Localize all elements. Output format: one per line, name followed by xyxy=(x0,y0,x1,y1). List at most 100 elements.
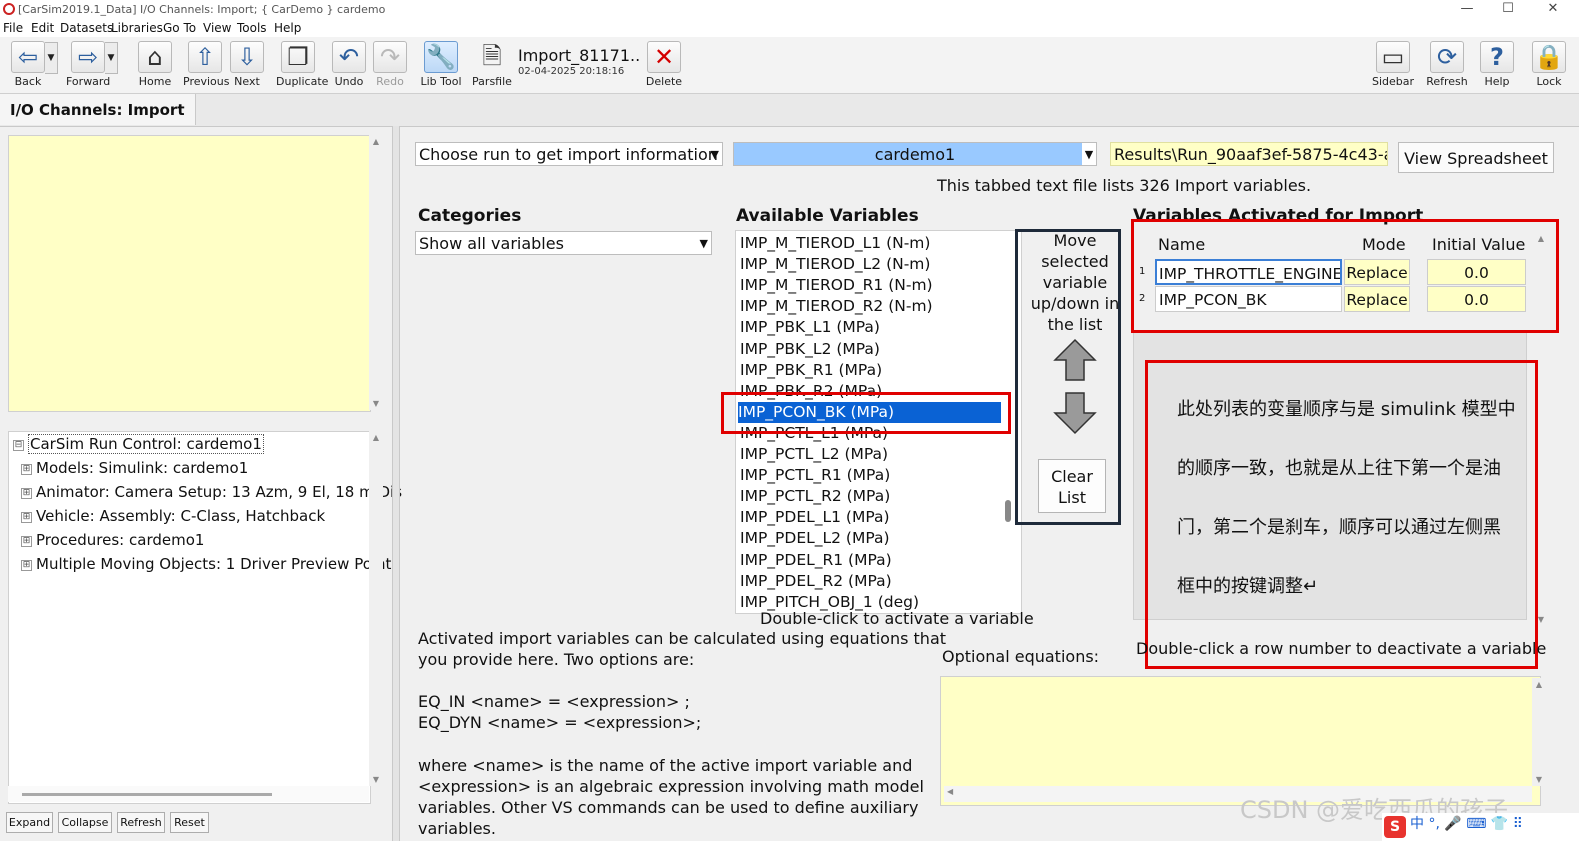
variable-list-item[interactable]: IMP_PDEL_R2 (MPa) xyxy=(740,571,892,592)
menu-file[interactable]: File xyxy=(3,21,23,35)
menu-tools[interactable]: Tools xyxy=(237,21,267,35)
variable-list-item[interactable]: IMP_PCTL_L2 (MPa) xyxy=(740,444,888,465)
panel-divider[interactable] xyxy=(392,126,400,841)
tree-item[interactable]: ⊞ Vehicle: Assembly: C-Class, Hatchback xyxy=(21,507,325,525)
variable-list-item[interactable]: IMP_PDEL_L2 (MPa) xyxy=(740,528,890,549)
help-button[interactable]: ? Help xyxy=(1475,41,1519,88)
scroll-left-icon[interactable]: ◀ xyxy=(947,787,953,796)
view-spreadsheet-button[interactable]: View Spreadsheet xyxy=(1398,142,1554,173)
dataset-tree: ⊟ CarSim Run Control: cardemo1 ⊞ Models: S… xyxy=(8,431,402,804)
reset-button[interactable]: Reset xyxy=(170,812,209,833)
run-dropdown[interactable]: cardemo1 ▼ xyxy=(733,142,1097,166)
lock-icon: 🔒 xyxy=(1532,41,1566,73)
window-title: [CarSim2019.1_Data] I/O Channels: Import… xyxy=(18,3,386,16)
up-arrow-icon xyxy=(1053,338,1097,381)
back-button[interactable]: ⇦ ▼ Back xyxy=(6,41,58,88)
variable-list-item[interactable]: IMP_PBK_R1 (MPa) xyxy=(740,360,882,381)
ime-status[interactable]: 中 °, 🎤 ⌨ 👕 ⠿ xyxy=(1410,816,1523,832)
delete-button[interactable]: ✕ Delete xyxy=(642,41,686,88)
categories-dropdown[interactable]: Show all variables ▼ xyxy=(415,231,712,255)
menu-libraries[interactable]: Libraries xyxy=(111,21,163,35)
wrench-icon: 🔧 xyxy=(424,41,458,73)
results-path-field: Results\Run_90aaf3ef-5875-4c43-a5: xyxy=(1110,142,1388,166)
variable-list-item[interactable]: IMP_M_TIEROD_R1 (N-m) xyxy=(740,275,933,296)
scroll-up-icon[interactable]: ▲ xyxy=(369,433,383,442)
variable-list-item[interactable]: IMP_M_TIEROD_R2 (N-m) xyxy=(740,296,933,317)
collapse-icon[interactable]: ⊟ xyxy=(13,440,24,451)
variable-list-item[interactable]: IMP_PBK_L2 (MPa) xyxy=(740,339,880,360)
forward-dropdown-icon[interactable]: ▼ xyxy=(105,42,118,74)
scroll-thumb[interactable] xyxy=(22,793,272,796)
next-button[interactable]: ⇩ Next xyxy=(225,41,269,88)
variable-list-item[interactable]: IMP_PBK_L1 (MPa) xyxy=(740,317,880,338)
notes-scrollbar[interactable]: ▲ ▼ xyxy=(369,135,383,410)
expand-icon[interactable]: ⊞ xyxy=(21,560,32,571)
tree-item[interactable]: ⊟ CarSim Run Control: cardemo1 xyxy=(13,434,264,454)
down-arrow-icon: ⇩ xyxy=(230,41,264,73)
back-dropdown-icon[interactable]: ▼ xyxy=(45,42,58,74)
scroll-down-icon[interactable]: ▼ xyxy=(1532,775,1546,784)
undo-button[interactable]: ↶ Undo xyxy=(327,41,371,88)
redo-button[interactable]: ↷ Redo xyxy=(368,41,412,88)
notes-text-area[interactable] xyxy=(8,135,371,412)
tree-item[interactable]: ⊞ Models: Simulink: cardemo1 xyxy=(21,459,248,477)
forward-button[interactable]: ⇨ ▼ Forward xyxy=(66,41,118,88)
collapse-button[interactable]: Collapse xyxy=(58,812,112,833)
lock-button[interactable]: 🔒 Lock xyxy=(1527,41,1571,88)
menu-view[interactable]: View xyxy=(203,21,231,35)
menu-go-to[interactable]: Go To xyxy=(163,21,196,35)
tree-item[interactable]: ⊞ Multiple Moving Objects: 1 Driver Previ… xyxy=(21,555,391,573)
highlight-activated-table xyxy=(1131,219,1559,333)
tree-item[interactable]: ⊞ Procedures: cardemo1 xyxy=(21,531,204,549)
tree-item[interactable]: ⊞ Animator: Camera Setup: 13 Azm, 9 El, 1… xyxy=(21,483,402,501)
expand-icon[interactable]: ⊞ xyxy=(21,536,32,547)
tree-horizontal-scrollbar[interactable] xyxy=(8,786,369,802)
scroll-down-icon[interactable]: ▼ xyxy=(369,399,383,408)
optional-equations-label: Optional equations: xyxy=(942,647,1100,666)
activate-hint: Double-click to activate a variable xyxy=(760,609,1034,628)
minimize-button[interactable]: — xyxy=(1447,0,1487,20)
ime-toolbar: S中 °, 🎤 ⌨ 👕 ⠿ xyxy=(1382,813,1579,841)
scroll-up-icon[interactable]: ▲ xyxy=(1532,680,1546,689)
menu-help[interactable]: Help xyxy=(274,21,301,35)
eq-in-syntax: EQ_IN <name> = <expression> ; xyxy=(418,692,690,711)
sogou-ime-icon[interactable]: S xyxy=(1384,816,1406,838)
where-text-line4: variables. xyxy=(418,819,496,838)
clear-list-button[interactable]: Clear List xyxy=(1038,459,1106,513)
refresh-button[interactable]: ⟳ Refresh xyxy=(1425,41,1469,88)
menu-edit[interactable]: Edit xyxy=(31,21,54,35)
variable-list-item[interactable]: IMP_PCTL_R2 (MPa) xyxy=(740,486,890,507)
previous-button[interactable]: ⇧ Previous xyxy=(183,41,230,88)
choose-run-dropdown[interactable]: Choose run to get import information ▼ xyxy=(415,142,723,166)
maximize-button[interactable]: ☐ xyxy=(1488,0,1528,20)
variable-list-item[interactable]: IMP_M_TIEROD_L2 (N-m) xyxy=(740,254,930,275)
menu-datasets[interactable]: Datasets xyxy=(60,21,113,35)
close-button[interactable]: ✕ xyxy=(1533,0,1573,20)
help-icon: ? xyxy=(1480,41,1514,73)
refresh-tree-button[interactable]: Refresh xyxy=(117,812,165,833)
variable-list-item[interactable]: IMP_M_TIEROD_L1 (N-m) xyxy=(740,233,930,254)
home-button[interactable]: ⌂ Home xyxy=(133,41,177,88)
carsim-app-icon xyxy=(3,3,15,15)
tree-scrollbar[interactable]: ▲ ▼ xyxy=(369,431,383,786)
scroll-down-icon[interactable]: ▼ xyxy=(369,775,383,784)
move-down-button[interactable] xyxy=(1052,390,1098,436)
equations-intro-line2: you provide here. Two options are: xyxy=(418,650,695,669)
sidebar-button[interactable]: ▭ Sidebar xyxy=(1371,41,1415,88)
expand-button[interactable]: Expand xyxy=(6,812,53,833)
lib-tool-button[interactable]: 🔧 Lib Tool xyxy=(419,41,463,88)
move-up-button[interactable] xyxy=(1052,337,1098,383)
duplicate-button[interactable]: ❐ Duplicate xyxy=(276,41,328,88)
tab-io-channels-import[interactable]: I/O Channels: Import xyxy=(0,94,196,125)
list-scroll-thumb[interactable] xyxy=(1005,500,1011,522)
variable-list-item[interactable]: IMP_PDEL_L1 (MPa) xyxy=(740,507,890,528)
scroll-up-icon[interactable]: ▲ xyxy=(369,137,383,146)
parsfile-button[interactable]: 🗎 Parsfile xyxy=(470,41,514,88)
title-bar: [CarSim2019.1_Data] I/O Channels: Import… xyxy=(0,0,1579,20)
equations-scrollbar[interactable]: ▲ ▼ xyxy=(1532,678,1546,786)
variable-list-item[interactable]: IMP_PCTL_R1 (MPa) xyxy=(740,465,890,486)
expand-icon[interactable]: ⊞ xyxy=(21,488,32,499)
expand-icon[interactable]: ⊞ xyxy=(21,464,32,475)
variable-list-item[interactable]: IMP_PDEL_R1 (MPa) xyxy=(740,550,892,571)
expand-icon[interactable]: ⊞ xyxy=(21,512,32,523)
